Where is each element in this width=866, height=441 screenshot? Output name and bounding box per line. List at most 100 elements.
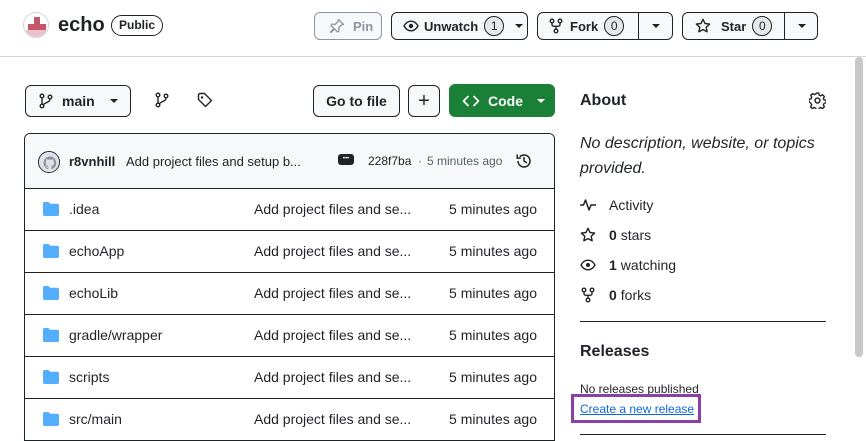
forks-link[interactable]: 0 forks <box>580 287 651 303</box>
fork-dropdown-button[interactable] <box>639 13 673 39</box>
go-to-file-label: Go to file <box>326 93 387 109</box>
create-release-link[interactable]: Create a new release <box>580 402 694 416</box>
file-name[interactable]: echoApp <box>69 243 124 259</box>
commit-hash[interactable]: 228f7ba <box>368 154 411 168</box>
fork-icon <box>581 287 595 303</box>
activity-label: Activity <box>609 197 654 213</box>
about-description-line: No description, website, or topics <box>580 135 815 152</box>
file-name[interactable]: gradle/wrapper <box>69 327 162 343</box>
file-name[interactable]: .idea <box>69 201 99 217</box>
file-time: 5 minutes ago <box>449 285 537 301</box>
fork-button[interactable]: Fork 0 <box>548 16 646 36</box>
watching-link[interactable]: 1 watching <box>580 257 676 273</box>
watch-counter: 1 <box>484 16 505 36</box>
file-row[interactable]: src/main Add project files and se... 5 m… <box>25 399 554 441</box>
unwatch-label: Unwatch <box>424 18 479 34</box>
pin-button[interactable]: Pin <box>314 12 382 40</box>
forks-count: 0 <box>609 287 617 303</box>
chevron-down-icon <box>515 24 524 28</box>
repo-owner-avatar[interactable] <box>23 12 49 38</box>
commit-author[interactable]: r8vnhill <box>69 154 115 169</box>
folder-icon <box>43 370 59 384</box>
branch-selector[interactable]: main <box>25 85 131 117</box>
folder-icon <box>43 328 59 342</box>
file-name[interactable]: src/main <box>69 411 122 427</box>
tags-link[interactable] <box>194 89 216 111</box>
file-time: 5 minutes ago <box>449 327 537 343</box>
folder-icon <box>43 412 59 426</box>
file-name[interactable]: echoLib <box>69 285 118 301</box>
file-commit-message[interactable]: Add project files and se... <box>254 285 411 301</box>
file-commit-message[interactable]: Add project files and se... <box>254 327 411 343</box>
forks-label: forks <box>620 287 652 303</box>
file-row[interactable]: echoApp Add project files and se... 5 mi… <box>25 231 554 273</box>
releases-title[interactable]: Releases <box>580 343 649 361</box>
stars-link[interactable]: 0 stars <box>580 227 651 243</box>
folder-icon <box>43 202 59 216</box>
file-commit-message[interactable]: Add project files and se... <box>254 201 411 217</box>
history-icon[interactable] <box>515 152 533 170</box>
about-description-line: provided. <box>580 160 646 177</box>
commit-separator: · <box>418 154 422 168</box>
branches-link[interactable] <box>151 89 173 111</box>
unwatch-button[interactable]: Unwatch 1 <box>391 12 528 40</box>
page-scrollbar[interactable] <box>855 57 863 357</box>
code-button[interactable]: Code <box>449 84 555 117</box>
branch-name: main <box>62 93 95 109</box>
owner-identicon-icon <box>25 14 48 37</box>
folder-icon <box>43 286 59 300</box>
add-file-button[interactable]: + <box>408 85 440 117</box>
stars-label: stars <box>620 227 652 243</box>
star-button[interactable]: Star 0 <box>695 16 785 36</box>
star-label: Star <box>721 18 747 34</box>
about-description: No description, website, or topics provi… <box>580 131 815 181</box>
star-button-group: Star 0 <box>682 12 818 40</box>
repo-name[interactable]: echo <box>58 14 105 37</box>
pin-label: Pin <box>353 18 374 34</box>
fork-icon <box>549 18 563 34</box>
latest-commit-row: r8vnhill Add project files and setup b..… <box>25 134 554 189</box>
commit-message[interactable]: Add project files and setup b... <box>126 154 301 169</box>
tag-icon <box>197 92 213 108</box>
file-row[interactable]: scripts Add project files and se... 5 mi… <box>25 357 554 399</box>
fork-counter: 0 <box>604 16 625 36</box>
go-to-file-button[interactable]: Go to file <box>313 85 400 117</box>
eye-icon <box>580 259 596 271</box>
file-time: 5 minutes ago <box>449 243 537 259</box>
chevron-down-icon <box>109 99 118 103</box>
file-table: r8vnhill Add project files and setup b..… <box>24 133 555 441</box>
chevron-down-icon <box>652 24 660 28</box>
pin-icon <box>329 18 345 34</box>
fork-label: Fork <box>570 18 599 34</box>
gear-icon[interactable] <box>809 92 826 109</box>
folder-icon <box>43 244 59 258</box>
visibility-badge: Public <box>111 15 164 36</box>
commit-author-avatar[interactable] <box>38 151 60 173</box>
file-row[interactable]: gradle/wrapper Add project files and se.… <box>25 315 554 357</box>
file-time: 5 minutes ago <box>449 369 537 385</box>
sidebar-divider <box>580 321 826 322</box>
stars-count: 0 <box>609 227 617 243</box>
about-title: About <box>580 92 627 109</box>
file-name[interactable]: scripts <box>69 369 109 385</box>
file-row[interactable]: echoLib Add project files and se... 5 mi… <box>25 273 554 315</box>
code-label: Code <box>488 92 523 109</box>
watching-label: watching <box>620 257 677 273</box>
star-dropdown-button[interactable] <box>785 13 818 39</box>
branch-icon <box>155 92 169 108</box>
file-time: 5 minutes ago <box>449 201 537 217</box>
file-row[interactable]: .idea Add project files and se... 5 minu… <box>25 189 554 231</box>
file-time: 5 minutes ago <box>449 411 537 427</box>
commit-details-toggle[interactable]: ••• <box>338 154 354 165</box>
branch-icon <box>39 93 53 109</box>
chevron-down-icon <box>537 98 545 103</box>
file-commit-message[interactable]: Add project files and se... <box>254 243 411 259</box>
sidebar-divider <box>580 434 826 435</box>
file-commit-message[interactable]: Add project files and se... <box>254 369 411 385</box>
watching-count: 1 <box>609 257 617 273</box>
repo-header: echo Public Pin Unwatch 1 Fork 0 Star 0 <box>0 0 866 57</box>
file-commit-message[interactable]: Add project files and se... <box>254 411 411 427</box>
activity-link[interactable]: Activity <box>580 197 653 213</box>
fork-button-group: Fork 0 <box>537 12 673 40</box>
star-counter: 0 <box>752 16 773 36</box>
